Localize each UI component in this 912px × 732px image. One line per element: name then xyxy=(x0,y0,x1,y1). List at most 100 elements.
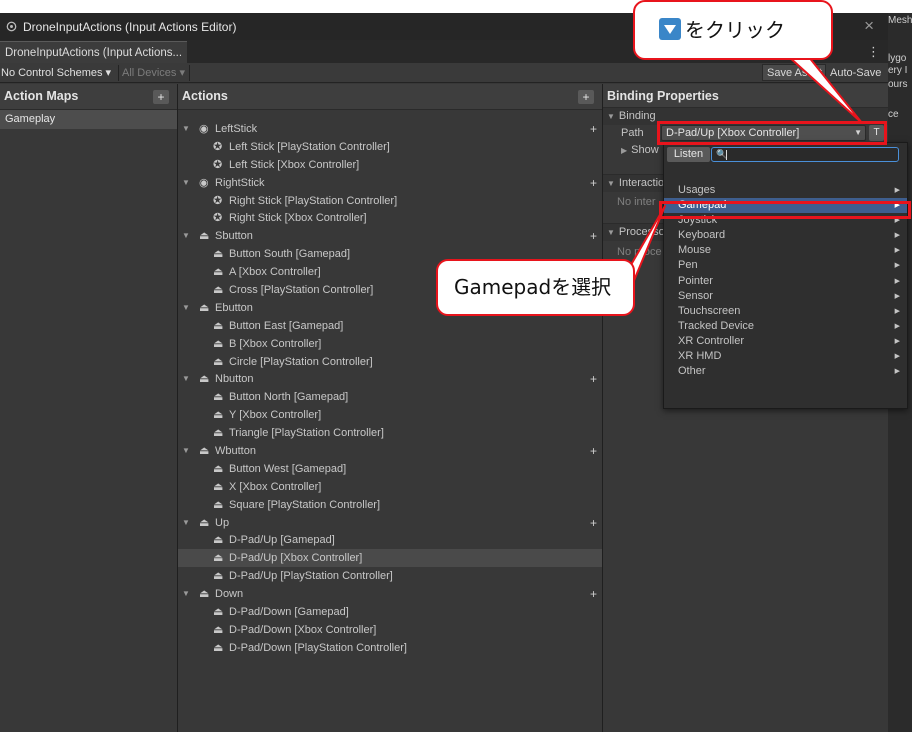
add-binding-button[interactable]: + xyxy=(590,174,597,192)
add-binding-button[interactable]: + xyxy=(590,227,597,245)
action-row[interactable]: ▼ ⏏ Up + xyxy=(178,514,602,532)
add-binding-button[interactable]: + xyxy=(590,370,597,388)
binding-row[interactable]: ⏏ Button West [Gamepad] xyxy=(178,460,602,478)
action-row[interactable]: ▼ ⏏ Wbutton + xyxy=(178,442,602,460)
binding-row[interactable]: ⏏ Button North [Gamepad] xyxy=(178,388,602,406)
binding-row[interactable]: ✪ Right Stick [Xbox Controller] xyxy=(178,209,602,227)
save-asset-button[interactable]: Save Asset xyxy=(762,64,826,81)
button-control-icon: ⏏ xyxy=(199,445,210,458)
fold-triangle-icon[interactable]: ▼ xyxy=(182,514,190,532)
binding-row[interactable]: ⏏ D-Pad/Up [Gamepad] xyxy=(178,531,602,549)
binding-label: Button West [Gamepad] xyxy=(229,462,347,475)
no-interactions-text: No inter xyxy=(617,196,656,208)
button-control-icon: ⏏ xyxy=(199,516,210,529)
dropdown-triangle-icon[interactable]: ▼ xyxy=(854,126,862,140)
listen-button[interactable]: Listen xyxy=(667,147,710,162)
binding-row[interactable]: ⏏ Y [Xbox Controller] xyxy=(178,406,602,424)
binding-label: D-Pad/Up [PlayStation Controller] xyxy=(229,570,393,583)
control-category-item[interactable]: XR HMD ▶ xyxy=(664,349,907,364)
action-row[interactable]: ▼ ◉ LeftStick + xyxy=(178,120,602,138)
button-control-icon: ⏏ xyxy=(213,266,224,279)
fold-triangle-icon[interactable]: ▼ xyxy=(182,442,190,460)
add-binding-button[interactable]: + xyxy=(590,120,597,138)
auto-save-toggle[interactable]: Auto-Save xyxy=(830,65,881,81)
control-category-item[interactable]: Keyboard ▶ xyxy=(664,228,907,243)
button-control-icon: ⏏ xyxy=(213,284,224,297)
add-binding-button[interactable]: + xyxy=(590,585,597,603)
fold-triangle-icon: ▼ xyxy=(607,228,615,237)
control-schemes-dropdown[interactable]: No Control Schemes ▾ xyxy=(1,65,111,81)
binding-row[interactable]: ⏏ B [Xbox Controller] xyxy=(178,335,602,353)
control-search-input[interactable]: 🔍 xyxy=(711,147,899,162)
control-category-item[interactable]: XR Controller ▶ xyxy=(664,334,907,349)
action-row[interactable]: ▼ ⏏ Down + xyxy=(178,585,602,603)
binding-label: Button East [Gamepad] xyxy=(229,319,344,332)
action-row[interactable]: ▼ ⏏ Nbutton + xyxy=(178,370,602,388)
scene-edge-text: Mesh xyxy=(888,15,912,26)
fold-triangle-icon[interactable]: ▼ xyxy=(182,299,190,317)
binding-row[interactable]: ⏏ D-Pad/Up [Xbox Controller] xyxy=(178,549,602,568)
no-processors-text: No proce xyxy=(617,246,662,258)
binding-row[interactable]: ⏏ D-Pad/Down [Xbox Controller] xyxy=(178,621,602,639)
binding-row[interactable]: ⏏ Circle [PlayStation Controller] xyxy=(178,353,602,371)
submenu-arrow-icon: ▶ xyxy=(894,262,900,270)
action-label: Down xyxy=(215,588,244,601)
text-mode-button[interactable]: T xyxy=(869,125,884,141)
control-category-item[interactable]: Touchscreen ▶ xyxy=(664,304,907,319)
scene-edge-text: ours xyxy=(888,79,908,90)
control-category-item[interactable]: Gamepad ▶ xyxy=(664,198,907,214)
control-category-label: Sensor xyxy=(678,289,713,302)
fold-triangle-right-icon[interactable]: ▶ xyxy=(621,146,627,155)
path-value: D-Pad/Up [Xbox Controller] xyxy=(666,127,800,139)
control-category-item[interactable]: Pointer ▶ xyxy=(664,274,907,289)
show-derived-label[interactable]: Show xyxy=(631,144,659,156)
add-binding-button[interactable]: + xyxy=(590,514,597,532)
path-label: Path xyxy=(621,127,644,139)
binding-row[interactable]: ⏏ D-Pad/Down [Gamepad] xyxy=(178,603,602,621)
button-control-icon: ⏏ xyxy=(213,641,224,654)
control-category-item[interactable]: Mouse ▶ xyxy=(664,243,907,258)
action-row[interactable]: ▼ ⏏ Sbutton + xyxy=(178,227,602,245)
control-category-item[interactable]: Pen ▶ xyxy=(664,258,907,273)
action-map-item[interactable]: Gameplay xyxy=(0,110,177,129)
binding-row[interactable]: ⏏ D-Pad/Up [PlayStation Controller] xyxy=(178,567,602,585)
binding-row[interactable]: ⏏ X [Xbox Controller] xyxy=(178,478,602,496)
binding-section-header[interactable]: ▼ Binding xyxy=(603,107,888,125)
control-category-item[interactable]: Tracked Device ▶ xyxy=(664,319,907,334)
fold-triangle-icon[interactable]: ▼ xyxy=(182,370,190,388)
control-category-item[interactable]: Other ▶ xyxy=(664,364,907,379)
button-control-icon: ⏏ xyxy=(213,427,224,440)
control-category-label: Other xyxy=(678,365,706,378)
control-category-label: Joystick xyxy=(678,214,718,227)
toolbar-divider xyxy=(189,65,190,81)
binding-row[interactable]: ✪ Left Stick [Xbox Controller] xyxy=(178,156,602,174)
binding-label: Button South [Gamepad] xyxy=(229,248,351,261)
action-label: RightStick xyxy=(215,176,265,189)
binding-row[interactable]: ⏏ Triangle [PlayStation Controller] xyxy=(178,424,602,442)
control-category-item[interactable]: Sensor ▶ xyxy=(664,289,907,304)
binding-row[interactable]: ⏏ Square [PlayStation Controller] xyxy=(178,496,602,514)
add-action-button[interactable]: + xyxy=(578,90,594,104)
control-category-item[interactable]: Usages ▶ xyxy=(664,183,907,198)
click-callout-text: をクリック xyxy=(685,18,785,42)
add-binding-button[interactable]: + xyxy=(590,442,597,460)
action-label: LeftStick xyxy=(215,123,258,135)
binding-row[interactable]: ✪ Right Stick [PlayStation Controller] xyxy=(178,192,602,210)
devices-dropdown[interactable]: All Devices ▾ xyxy=(122,65,185,81)
control-category-label: Touchscreen xyxy=(678,304,741,317)
asset-tab[interactable]: DroneInputActions (Input Actions... xyxy=(0,41,188,63)
add-action-map-button[interactable]: + xyxy=(153,90,169,104)
control-category-item[interactable]: Joystick ▶ xyxy=(664,213,907,228)
binding-row[interactable]: ⏏ Button East [Gamepad] xyxy=(178,317,602,335)
action-row[interactable]: ▼ ◉ RightStick + xyxy=(178,174,602,192)
binding-row[interactable]: ⏏ D-Pad/Down [PlayStation Controller] xyxy=(178,639,602,657)
binding-row[interactable]: ✪ Left Stick [PlayStation Controller] xyxy=(178,138,602,156)
fold-triangle-icon[interactable]: ▼ xyxy=(182,174,190,192)
fold-triangle-icon[interactable]: ▼ xyxy=(182,120,190,138)
more-options-icon[interactable]: ⋮ xyxy=(867,44,880,60)
close-icon[interactable]: × xyxy=(864,17,874,34)
path-dropdown[interactable]: D-Pad/Up [Xbox Controller] ▼ xyxy=(661,125,866,141)
fold-triangle-icon[interactable]: ▼ xyxy=(182,227,190,245)
actions-tree: ▼ ◉ LeftStick + ✪ Left Stick [PlayStation Con… xyxy=(178,120,602,657)
fold-triangle-icon[interactable]: ▼ xyxy=(182,585,190,603)
